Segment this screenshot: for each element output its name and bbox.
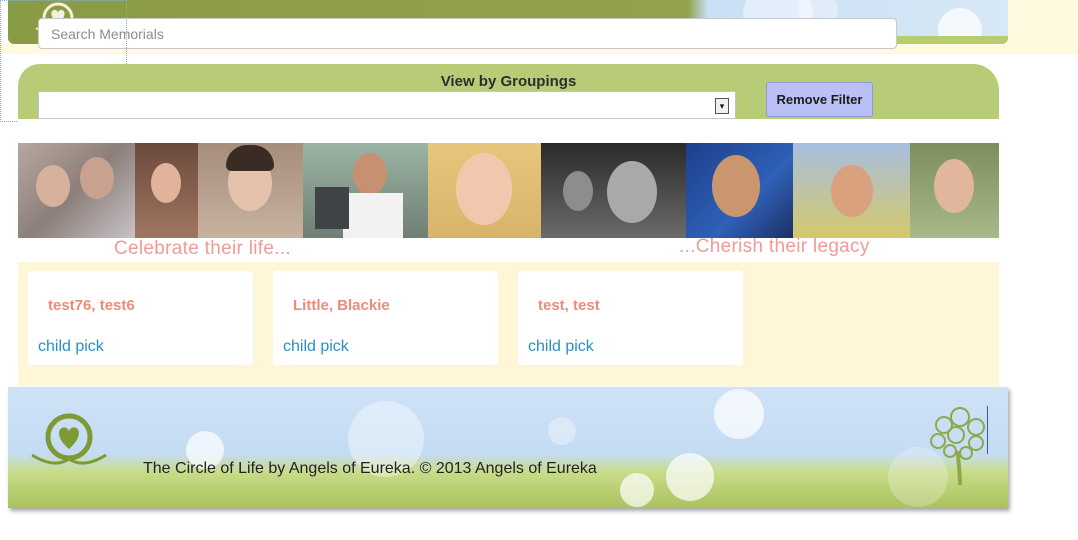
banner-photo-9 bbox=[910, 143, 999, 238]
groupings-panel: View by Groupings ▾ Remove Filter Celebr… bbox=[18, 64, 999, 386]
banner-photo-7 bbox=[686, 143, 793, 238]
banner-photo-3 bbox=[198, 143, 303, 238]
memorial-card[interactable]: test76, test6 child pick bbox=[28, 271, 253, 365]
remove-filter-button[interactable]: Remove Filter bbox=[766, 82, 873, 117]
swirl-tree-icon bbox=[930, 407, 985, 485]
groupings-select[interactable]: ▾ bbox=[38, 91, 736, 119]
banner-top-strip bbox=[18, 119, 999, 143]
dropdown-arrow-icon[interactable]: ▾ bbox=[715, 98, 729, 114]
banner-photo-1 bbox=[18, 143, 135, 238]
page: View by Groupings ▾ Remove Filter bbox=[0, 0, 1078, 540]
memorial-name[interactable]: test, test bbox=[538, 297, 600, 314]
memorial-card[interactable]: Little, Blackie child pick bbox=[273, 271, 498, 365]
banner-photo-8 bbox=[793, 143, 910, 238]
memorial-name[interactable]: Little, Blackie bbox=[293, 297, 390, 314]
heart-in-hands-icon bbox=[31, 413, 107, 465]
memorial-banner bbox=[18, 143, 999, 238]
banner-photo-2 bbox=[135, 143, 198, 238]
banner-photo-4 bbox=[303, 143, 428, 238]
right-tagline: ...Cherish their legacy bbox=[679, 236, 870, 257]
memorial-category-link[interactable]: child pick bbox=[528, 338, 594, 356]
left-tagline: Celebrate their life... bbox=[114, 238, 291, 259]
search-input[interactable] bbox=[38, 18, 897, 49]
memorial-category-link[interactable]: child pick bbox=[283, 338, 349, 356]
footer-copyright: The Circle of Life by Angels of Eureka. … bbox=[143, 460, 597, 477]
footer: The Circle of Life by Angels of Eureka. … bbox=[8, 387, 1008, 508]
memorial-category-link[interactable]: child pick bbox=[38, 338, 104, 356]
memorial-list: test76, test6 child pick Little, Blackie… bbox=[18, 262, 999, 386]
banner-photo-6 bbox=[541, 143, 686, 238]
text-cursor bbox=[987, 406, 988, 454]
banner-tagline-row: Celebrate their life... ...Cherish their… bbox=[18, 236, 999, 262]
memorial-card[interactable]: test, test child pick bbox=[518, 271, 743, 365]
banner-photo-5 bbox=[428, 143, 541, 238]
memorial-name[interactable]: test76, test6 bbox=[48, 297, 135, 314]
